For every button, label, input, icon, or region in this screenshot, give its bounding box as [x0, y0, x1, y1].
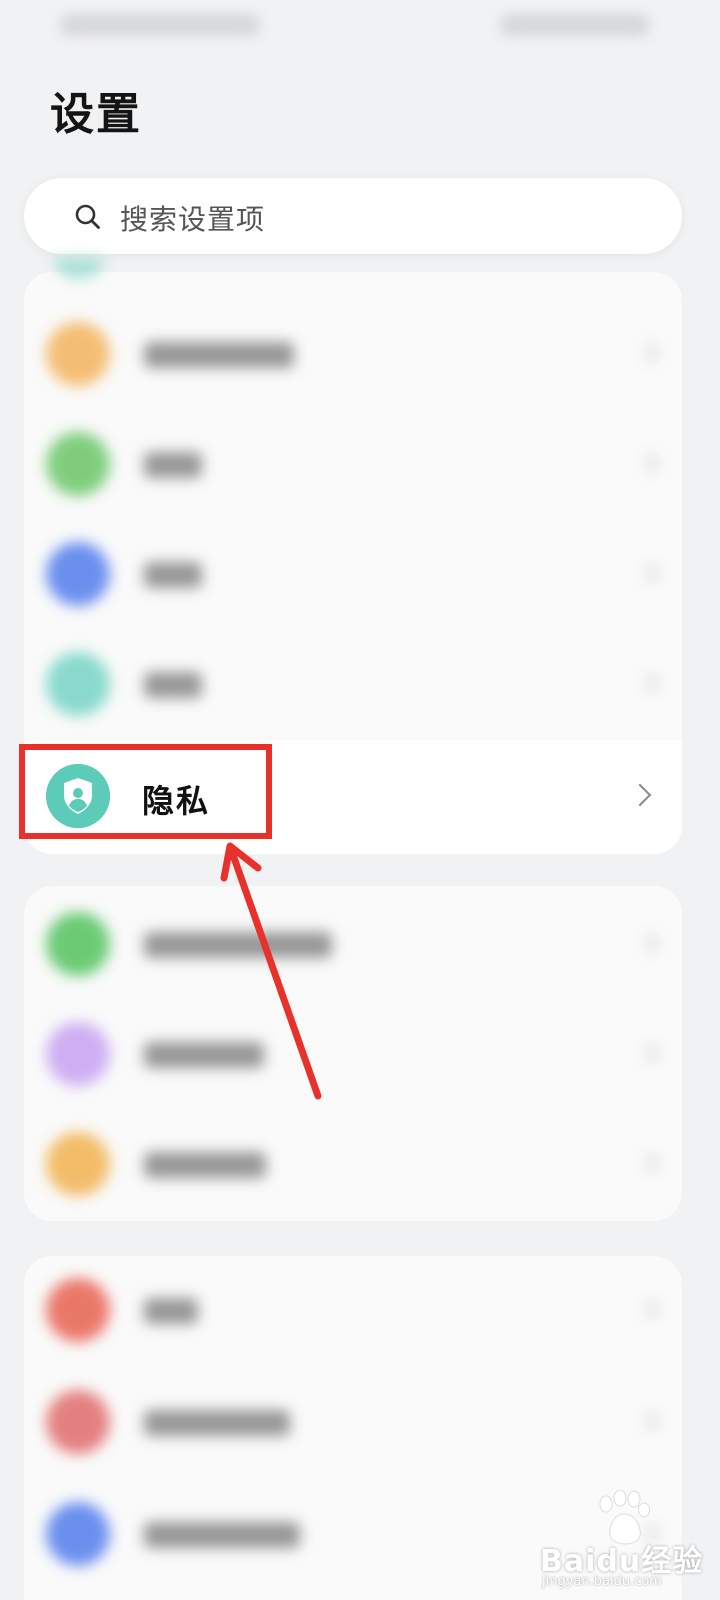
row-icon	[46, 652, 110, 716]
row-label-blurred	[144, 1298, 198, 1324]
row-icon	[46, 1502, 110, 1566]
row-label-blurred	[144, 1152, 266, 1178]
chevron-right-icon	[639, 343, 659, 363]
chevron-right-icon	[639, 453, 659, 473]
row-icon	[46, 1390, 110, 1454]
chevron-right-icon	[628, 783, 652, 807]
chevron-right-icon	[639, 673, 659, 693]
row-label-blurred	[144, 932, 332, 958]
settings-row-blurred[interactable]	[24, 300, 682, 410]
status-time-blurred	[60, 14, 260, 36]
row-icon	[46, 1132, 110, 1196]
row-label-blurred	[144, 562, 202, 588]
search-placeholder: 搜索设置项	[120, 203, 266, 236]
settings-row-blurred[interactable]	[24, 520, 682, 630]
chevron-right-icon	[639, 563, 659, 583]
settings-row-blurred[interactable]	[24, 1256, 682, 1366]
settings-row-blurred[interactable]	[24, 1000, 682, 1110]
baidu-watermark: Baidu经验 jingyan.baidu.com	[540, 1490, 720, 1600]
search-icon	[75, 204, 100, 229]
page-title: 设置	[50, 89, 142, 140]
row-icon	[46, 1022, 110, 1086]
settings-row-blurred[interactable]	[24, 410, 682, 520]
watermark-url: jingyan.baidu.com	[542, 1574, 662, 1589]
settings-row-blurred[interactable]	[24, 1368, 682, 1478]
row-label-blurred	[144, 1042, 264, 1068]
settings-row-blurred[interactable]	[24, 1110, 682, 1220]
chevron-right-icon	[639, 1043, 659, 1063]
row-label-blurred	[144, 672, 202, 698]
search-input[interactable]: 搜索设置项	[24, 178, 682, 254]
chevron-right-icon	[639, 1299, 659, 1319]
settings-row-blurred[interactable]	[24, 890, 682, 1000]
status-bar	[0, 0, 720, 56]
chevron-right-icon	[639, 1153, 659, 1173]
annotation-highlight-box	[19, 744, 272, 839]
row-label-blurred	[144, 1410, 290, 1436]
settings-row-blurred[interactable]	[24, 630, 682, 740]
settings-group-2	[24, 886, 682, 1221]
row-label-blurred	[144, 452, 202, 478]
settings-group-1	[24, 258, 682, 742]
row-icon	[46, 1278, 110, 1342]
chevron-right-icon	[639, 933, 659, 953]
row-icon	[46, 912, 110, 976]
row-label-blurred	[144, 1522, 300, 1548]
partial-icon-top	[54, 258, 104, 278]
status-icons-blurred	[500, 14, 650, 36]
chevron-right-icon	[639, 1411, 659, 1431]
row-label-blurred	[144, 342, 294, 368]
row-icon	[46, 542, 110, 606]
row-icon	[46, 432, 110, 496]
row-icon	[46, 322, 110, 386]
